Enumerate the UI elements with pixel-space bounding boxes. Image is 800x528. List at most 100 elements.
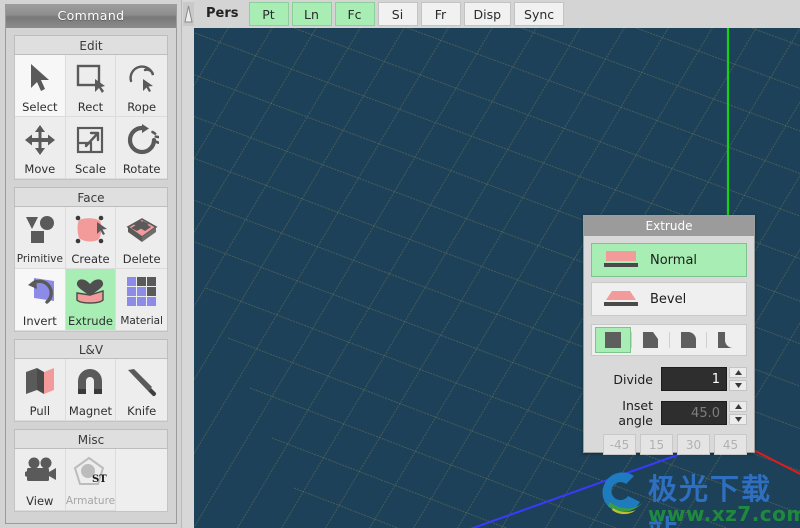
group-tool-grid: Select Rect Rope Move Scale Rotate (14, 55, 168, 180)
tool-button-rotate[interactable]: Rotate (116, 117, 167, 179)
toolbar-button-fc[interactable]: Fc (335, 2, 375, 26)
field-input-divide[interactable]: 1 (661, 367, 727, 391)
tool-button-invert[interactable]: Invert (15, 269, 66, 331)
material-grid-icon (116, 269, 167, 315)
tool-button-armature: STD Armature (66, 449, 117, 511)
group-tool-grid: Pull Magnet Knife (14, 359, 168, 422)
tool-button-delete[interactable]: Delete (116, 207, 167, 269)
group-header: L&V (14, 339, 168, 359)
tool-label: Pull (30, 405, 50, 418)
toolbar-button-ln[interactable]: Ln (292, 2, 332, 26)
spinner-down-arrow-icon[interactable] (729, 414, 747, 425)
command-panel-title: Command (6, 5, 176, 28)
3d-viewport[interactable]: 极光下载站 www.xz7.com Extrude NormalBevel (194, 28, 800, 528)
collapse-panel-triangle-icon[interactable] (183, 2, 194, 26)
angle-preset-45: 45 (714, 434, 747, 455)
primitive-shapes-icon (15, 207, 65, 253)
toolbar-button-si[interactable]: Si (378, 2, 418, 26)
profile-concave-icon[interactable] (707, 327, 743, 353)
extrude-dialog: Extrude Normal Bevel (583, 215, 755, 453)
command-panel-frame: Command EditSelect Rect Rope Move Scale Rotat… (5, 4, 177, 524)
group-header: Face (14, 187, 168, 207)
svg-text:STD: STD (92, 474, 107, 485)
tool-button-rect[interactable]: Rect (66, 55, 117, 117)
tool-button-primitive[interactable]: Primitive (15, 207, 66, 269)
rectangle-select-icon (66, 55, 116, 101)
lasso-rope-icon (116, 55, 167, 101)
extrude-mode-label: Bevel (650, 292, 686, 307)
spinner-up-arrow-icon[interactable] (729, 367, 747, 378)
extrude-bevel-icon (602, 287, 644, 311)
extrude-profile-row (591, 324, 747, 356)
tool-button-move[interactable]: Move (15, 117, 66, 179)
tool-button-view[interactable]: View (15, 449, 66, 511)
tool-label: Rotate (123, 163, 161, 176)
tool-label: Delete (123, 253, 161, 266)
spinner-down-arrow-icon[interactable] (729, 380, 747, 391)
extrude-dialog-body: Normal Bevel (584, 236, 754, 461)
toolbar-button-fr[interactable]: Fr (421, 2, 461, 26)
field-label: Inset angle (591, 398, 661, 428)
tool-button-pull[interactable]: Pull (15, 359, 66, 421)
command-group-edit: EditSelect Rect Rope Move Scale Rotate (14, 35, 168, 180)
app-root: Command EditSelect Rect Rope Move Scale Rotat… (0, 0, 800, 528)
move-arrows-icon (15, 117, 65, 163)
extrude-field-list: Divide1 Inset angle45.0 (591, 366, 747, 426)
tool-label: Knife (127, 405, 156, 418)
toolbar-button-pt[interactable]: Pt (249, 2, 289, 26)
group-header: Edit (14, 35, 168, 55)
extrude-mode-list: Normal Bevel (591, 243, 747, 316)
extrude-mode-normal[interactable]: Normal (591, 243, 747, 277)
tool-label: Rect (78, 101, 103, 114)
tool-label: Invert (23, 315, 57, 328)
profile-round-icon[interactable] (670, 327, 706, 353)
magnet-icon (66, 359, 116, 405)
tool-label: View (26, 495, 53, 508)
camera-icon (15, 449, 65, 495)
group-header: Misc (14, 429, 168, 449)
extrude-mode-label: Normal (650, 253, 697, 268)
profile-chamfer-icon[interactable] (632, 327, 668, 353)
rotate-arrow-icon (116, 117, 167, 163)
cursor-arrow-icon (15, 55, 65, 101)
toolbar-button-disp[interactable]: Disp (464, 2, 512, 26)
tool-label: Rope (127, 101, 156, 114)
tool-button-magnet[interactable]: Magnet (66, 359, 117, 421)
tool-button-select[interactable]: Select (15, 55, 66, 117)
command-group-face: FacePrimitiveCreate Delete Invert ExtrudeMa… (14, 187, 168, 332)
field-label: Divide (591, 372, 661, 387)
field-row-inset-angle: Inset angle45.0 (591, 400, 747, 426)
armature-std-icon: STD (66, 449, 116, 495)
tool-button-rope[interactable]: Rope (116, 55, 167, 117)
extrude-angle-presets: -45153045 (591, 434, 747, 455)
tool-label: Scale (75, 163, 106, 176)
angle-preset-30: 30 (677, 434, 710, 455)
extrude-heart-icon (66, 269, 116, 315)
extrude-dialog-title: Extrude (584, 216, 754, 236)
viewport-toolbar: Pers PtLnFcSiFrDispSync (194, 0, 800, 28)
group-tool-grid: PrimitiveCreate Delete Invert ExtrudeMateri… (14, 207, 168, 332)
tool-button-knife[interactable]: Knife (116, 359, 167, 421)
profile-square-icon[interactable] (595, 327, 631, 353)
toolbar-button-sync[interactable]: Sync (514, 2, 564, 26)
group-tool-grid: View STD Armature (14, 449, 168, 512)
tool-button-create[interactable]: Create (66, 207, 117, 269)
field-spinner (729, 401, 747, 425)
create-face-icon (66, 207, 116, 253)
command-groups: EditSelect Rect Rope Move Scale Rotate FacePri… (6, 35, 176, 512)
command-group-lv: L&V Pull Magnet Knife (14, 339, 168, 422)
delete-face-icon (116, 207, 167, 253)
command-group-misc: Misc View STD Armature (14, 429, 168, 512)
tool-button-extrude[interactable]: Extrude (66, 269, 117, 331)
invert-normal-icon (15, 269, 65, 315)
toolbar-button-group: PtLnFcSiFrDispSync (249, 2, 568, 26)
pull-fold-icon (15, 359, 65, 405)
tool-label: Material (120, 315, 163, 328)
tool-button-scale[interactable]: Scale (66, 117, 117, 179)
angle-preset-15: 15 (640, 434, 673, 455)
tool-button-material[interactable]: Material (116, 269, 167, 331)
extrude-mode-bevel[interactable]: Bevel (591, 282, 747, 316)
spinner-up-arrow-icon[interactable] (729, 401, 747, 412)
view-mode-label[interactable]: Pers (200, 1, 249, 27)
tool-label: Armature (66, 495, 115, 508)
